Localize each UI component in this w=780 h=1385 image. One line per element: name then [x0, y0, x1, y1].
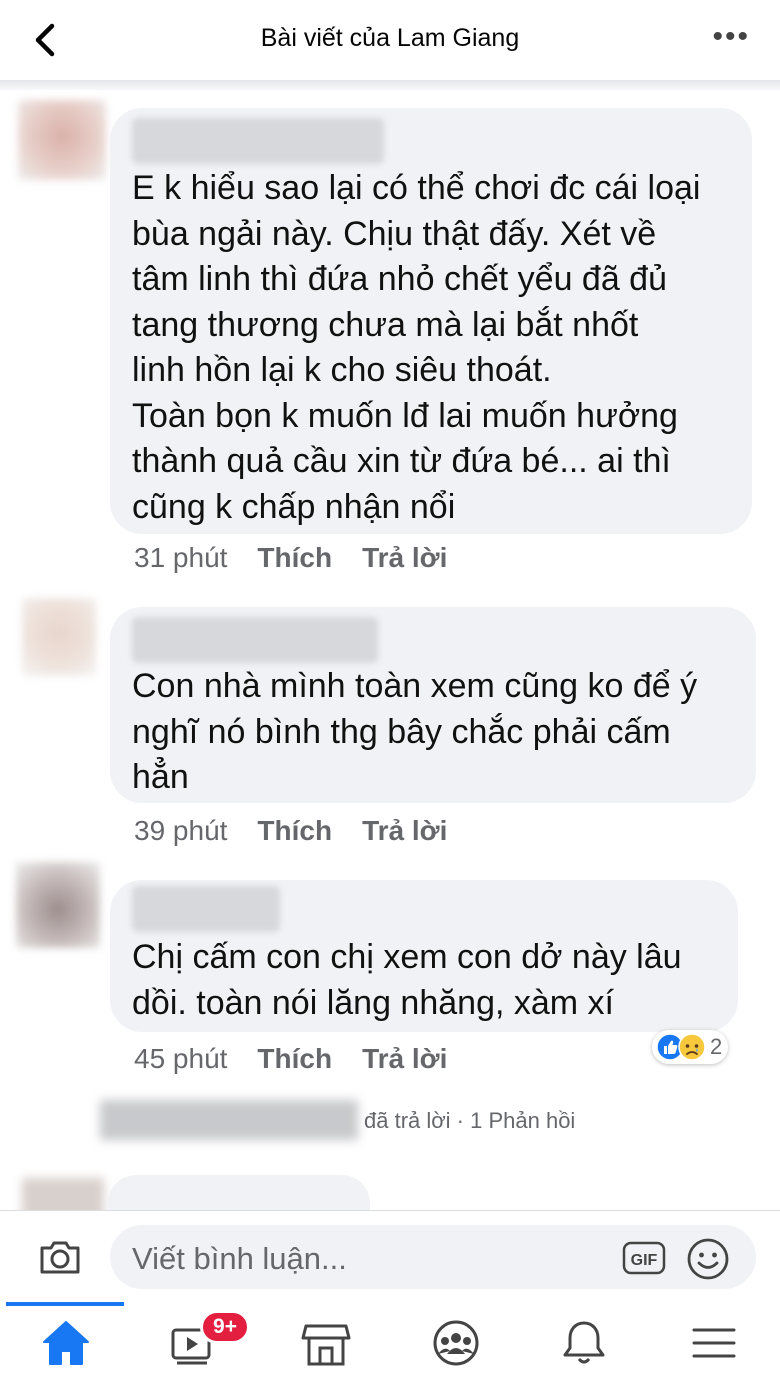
home-icon[interactable]	[38, 1318, 94, 1368]
comment-input[interactable]: Viết bình luận... GIF	[110, 1225, 756, 1289]
top-bar: Bài viết của Lam Giang •••	[0, 0, 780, 80]
avatar[interactable]	[16, 862, 100, 948]
comment-text-line: E k hiểu sao lại có thể chơi đc cái loại	[132, 169, 701, 207]
notification-badge: 9+	[200, 1310, 250, 1344]
reaction-count: 2	[710, 1034, 723, 1059]
comment-bubble: Con nhà mình toàn xem cũng ko để ý nghĩ …	[110, 607, 756, 803]
active-tab-indicator	[6, 1302, 124, 1306]
comment-composer: Viết bình luận... GIF	[0, 1210, 780, 1302]
notifications-bell-icon[interactable]	[556, 1318, 612, 1368]
avatar[interactable]	[18, 100, 106, 180]
commenter-name[interactable]	[132, 617, 378, 663]
replier-name	[100, 1100, 358, 1140]
emoji-icon[interactable]	[686, 1237, 730, 1281]
reply-button[interactable]: Trả lời	[362, 1043, 447, 1074]
svg-text:GIF: GIF	[631, 1252, 658, 1269]
comment-text-line: tang thương chưa mà lại bắt nhốt	[132, 305, 639, 344]
sad-icon	[678, 1033, 706, 1061]
comment-text-line: cũng k chấp nhận nổi	[132, 487, 456, 526]
comment-meta: 45 phút Thích Trả lời	[134, 1043, 447, 1075]
comment-time: 45 phút	[134, 1043, 228, 1074]
comment-meta: 31 phút Thích Trả lời	[134, 542, 447, 574]
comment-time: 31 phút	[134, 542, 228, 573]
like-button[interactable]: Thích	[257, 542, 332, 573]
marketplace-icon[interactable]	[298, 1318, 354, 1368]
comment-input-placeholder: Viết bình luận...	[132, 1241, 347, 1276]
comment-text-line: tâm linh thì đứa nhỏ chết yểu đã đủ	[132, 260, 668, 298]
comment-text-line: Con nhà mình toàn xem cũng ko để ý	[132, 667, 698, 705]
comment-bubble: E k hiểu sao lại có thể chơi đc cái loại…	[110, 108, 752, 534]
comment-time: 39 phút	[134, 815, 228, 846]
reply-button[interactable]: Trả lời	[362, 815, 447, 846]
comment-text-line: Toàn bọn k muốn lđ lai muốn hưởng	[132, 396, 678, 435]
comment-text-line: Chị cấm con chị xem con dở này lâu	[132, 938, 682, 976]
comment-text-line: nghĩ nó bình thg bây chắc phải cấm	[132, 712, 671, 751]
comment-text-line: linh hồn lại k cho siêu thoát.	[132, 351, 552, 389]
like-button[interactable]: Thích	[257, 815, 332, 846]
avatar[interactable]	[22, 598, 96, 676]
camera-icon[interactable]	[36, 1233, 84, 1281]
header-divider	[0, 80, 780, 90]
gif-icon[interactable]: GIF	[622, 1241, 666, 1275]
more-options-icon[interactable]: •••	[712, 22, 750, 52]
comment-text-line: hẳn	[132, 758, 189, 796]
replies-text: đã trả lời · 1 Phản hồi	[364, 1108, 576, 1133]
commenter-name[interactable]	[132, 118, 384, 164]
comment-text-line: dồi. toàn nói lăng nhăng, xàm xí	[132, 983, 614, 1022]
like-button[interactable]: Thích	[257, 1043, 332, 1074]
page-title: Bài viết của Lam Giang	[260, 24, 520, 52]
comment-text-line: thành quả cầu xin từ đứa bé... ai thì	[132, 442, 671, 480]
reply-button[interactable]: Trả lời	[362, 542, 447, 573]
commenter-name[interactable]	[132, 886, 280, 932]
comment-bubble: Chị cấm con chị xem con dở này lâu dồi. …	[110, 880, 738, 1032]
comment-meta: 39 phút Thích Trả lời	[134, 815, 447, 847]
bottom-tab-bar: 9+	[0, 1302, 780, 1385]
reaction-summary[interactable]: 2	[652, 1030, 729, 1064]
comment-text-line: bùa ngải này. Chịu thật đấy. Xét về	[132, 214, 657, 253]
groups-icon[interactable]	[428, 1318, 484, 1368]
menu-icon[interactable]	[686, 1318, 742, 1368]
